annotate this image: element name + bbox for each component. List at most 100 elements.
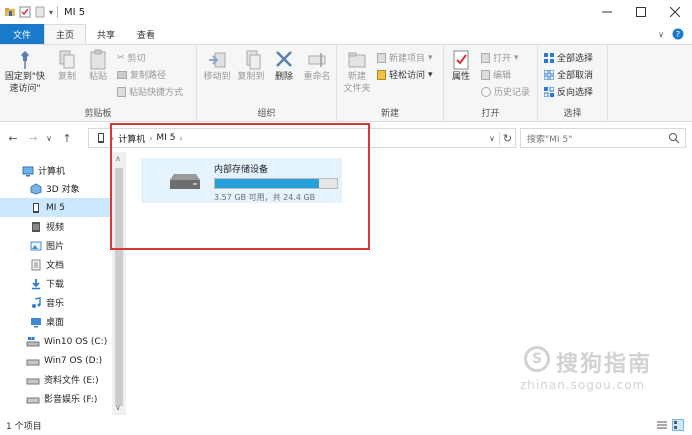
downloads-icon xyxy=(32,278,40,289)
open-button[interactable]: 打开 ▾ xyxy=(481,51,519,64)
edit-icon xyxy=(481,69,490,80)
sidebar-item-drive-e[interactable]: 资料文件 (E:) xyxy=(0,370,112,389)
pin-quick-access-button[interactable]: 固定到"快速访问" xyxy=(4,49,46,95)
sidebar-item-label: 下载 xyxy=(46,280,65,290)
minimize-icon xyxy=(602,11,612,13)
sidebar-item-3d-objects[interactable]: 3D 对象 xyxy=(0,179,112,198)
back-button[interactable]: ← xyxy=(6,132,20,145)
refresh-icon[interactable]: ↻ xyxy=(499,131,515,145)
select-all-button[interactable]: 全部选择 xyxy=(544,51,593,64)
move-to-icon xyxy=(209,52,226,68)
explorer-app-icon[interactable] xyxy=(4,6,16,18)
search-input[interactable]: 搜索"MI 5" xyxy=(527,132,572,145)
sidebar-item-videos[interactable]: 视频 xyxy=(0,217,112,236)
select-none-button[interactable]: 全部取消 xyxy=(544,68,593,81)
group-clipboard-label: 剪贴板 xyxy=(84,109,112,119)
copy-path-button[interactable]: 复制路径 xyxy=(117,68,166,81)
ribbon-collapse-icon[interactable]: ∨ xyxy=(658,30,664,39)
drive-icon xyxy=(26,397,40,403)
ribbon-tabs: 文件 主页 共享 查看 ∨ ? xyxy=(0,24,692,44)
qat-dropdown-icon[interactable]: ▾ xyxy=(49,8,53,17)
sidebar-item-label: 文档 xyxy=(46,261,65,271)
details-view-icon[interactable] xyxy=(656,419,668,431)
rename-icon xyxy=(308,53,326,67)
select-all-label: 全部选择 xyxy=(557,54,594,64)
watermark-logo-icon: S xyxy=(524,346,550,372)
cut-button[interactable]: ✂ 剪切 xyxy=(117,51,146,65)
sidebar-item-drive-c[interactable]: Win10 OS (C:) xyxy=(0,332,112,351)
svg-text:?: ? xyxy=(676,30,680,39)
maximize-button[interactable] xyxy=(624,0,658,24)
navigation-pane: 计算机 3D 对象 MI 5 视频 图片 文档 下载 音乐 桌面 Win10 O… xyxy=(0,152,126,415)
up-button[interactable]: ↑ xyxy=(60,132,74,145)
copy-icon xyxy=(59,50,75,69)
tiles-view-icon[interactable] xyxy=(672,419,684,431)
select-none-label: 全部取消 xyxy=(557,71,594,81)
new-folder-label: 新建 文件夹 xyxy=(343,71,370,95)
open-dropdown-icon: ▾ xyxy=(514,52,519,63)
tab-home[interactable]: 主页 xyxy=(44,24,87,44)
device-icon xyxy=(33,202,39,213)
group-clipboard: 固定到"快速访问" 复制 粘贴 ✂ 剪切 复制路径 粘贴快捷方式 剪贴板 xyxy=(0,45,197,121)
new-item-dropdown-icon: ▾ xyxy=(428,52,433,63)
drive-icon xyxy=(26,378,40,384)
properties-icon xyxy=(453,50,469,70)
new-folder-icon xyxy=(348,52,366,68)
highlight-frame xyxy=(110,123,370,250)
new-item-icon xyxy=(377,52,386,63)
paste-button[interactable]: 粘贴 xyxy=(84,49,112,83)
paste-label: 粘贴 xyxy=(88,72,107,82)
properties-button[interactable]: 属性 xyxy=(448,49,474,83)
group-organize: 移动到 复制到 删除 重命名 组织 xyxy=(197,45,337,121)
computer-icon xyxy=(22,166,34,176)
sidebar-item-mi5[interactable]: MI 5 xyxy=(0,198,112,217)
search-box[interactable]: 搜索"MI 5" xyxy=(520,128,686,148)
rename-label: 重命名 xyxy=(303,72,331,82)
edit-button[interactable]: 编辑 xyxy=(481,68,511,81)
sidebar-item-drive-d[interactable]: Win7 OS (D:) xyxy=(0,351,112,370)
help-icon[interactable]: ? xyxy=(672,28,684,40)
sidebar-item-music[interactable]: 音乐 xyxy=(0,293,112,312)
invert-selection-button[interactable]: 反向选择 xyxy=(544,85,593,98)
open-label: 打开 xyxy=(493,54,512,64)
sidebar-item-label: 3D 对象 xyxy=(46,185,80,195)
tab-share[interactable]: 共享 xyxy=(86,24,126,44)
minimize-button[interactable] xyxy=(590,0,624,24)
delete-label: 删除 xyxy=(274,72,293,82)
sidebar-item-computer[interactable]: 计算机 xyxy=(0,161,112,180)
history-button[interactable]: 历史记录 xyxy=(481,85,530,98)
recent-locations-chevron-icon[interactable]: ∨ xyxy=(42,134,56,143)
address-dropdown-icon[interactable]: ∨ xyxy=(485,134,499,143)
tab-view[interactable]: 查看 xyxy=(126,24,166,44)
new-item-button[interactable]: 新建项目 ▾ xyxy=(377,51,433,64)
sidebar-item-drive-f[interactable]: 影音娱乐 (F:) xyxy=(0,389,112,408)
copy-button[interactable]: 复制 xyxy=(54,49,80,83)
sidebar-item-label: 视频 xyxy=(46,223,65,233)
group-new: 新建 文件夹 新建项目 ▾ 轻松访问 ▾ 新建 xyxy=(337,45,444,121)
scroll-down-icon[interactable]: ∨ xyxy=(115,403,121,412)
sidebar-item-label: 图片 xyxy=(46,242,65,252)
status-bar: 1 个项目 xyxy=(0,415,692,435)
paste-shortcut-button[interactable]: 粘贴快捷方式 xyxy=(117,85,183,98)
new-folder-qat-icon[interactable] xyxy=(34,6,46,18)
paste-icon xyxy=(90,49,106,70)
sidebar-item-downloads[interactable]: 下载 xyxy=(0,274,112,293)
properties-check-icon[interactable] xyxy=(19,6,31,18)
delete-button[interactable]: 删除 xyxy=(271,49,297,83)
invert-selection-label: 反向选择 xyxy=(557,88,594,98)
new-folder-button[interactable]: 新建 文件夹 xyxy=(340,49,374,95)
forward-button[interactable]: → xyxy=(26,132,40,145)
sidebar-item-documents[interactable]: 文档 xyxy=(0,255,112,274)
easy-access-button[interactable]: 轻松访问 ▾ xyxy=(377,68,433,81)
watermark-text: 搜狗指南 xyxy=(556,352,653,377)
sidebar-item-pictures[interactable]: 图片 xyxy=(0,236,112,255)
title-separator xyxy=(57,6,59,18)
move-to-button[interactable]: 移动到 xyxy=(200,49,234,83)
copy-to-button[interactable]: 复制到 xyxy=(234,49,268,83)
rename-button[interactable]: 重命名 xyxy=(300,49,334,83)
tab-file[interactable]: 文件 xyxy=(0,24,44,44)
sidebar-item-desktop[interactable]: 桌面 xyxy=(0,312,112,331)
close-button[interactable] xyxy=(658,0,692,24)
music-icon xyxy=(32,296,41,308)
group-organize-label: 组织 xyxy=(257,109,276,119)
